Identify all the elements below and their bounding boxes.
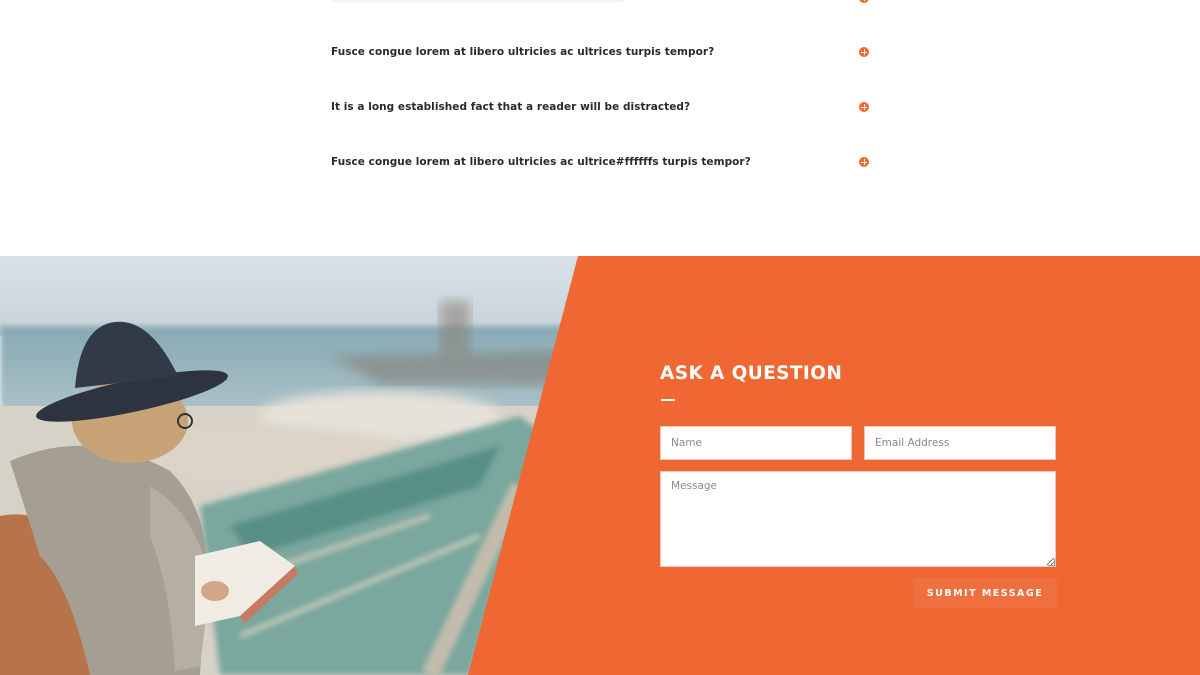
plus-circle-icon[interactable] bbox=[859, 47, 869, 57]
faq-item[interactable]: It is a long established fact that a rea… bbox=[331, 97, 871, 117]
faq-item-partial bbox=[331, 0, 623, 2]
faq-item[interactable]: Fusce congue lorem at libero ultricies a… bbox=[331, 152, 871, 172]
name-field[interactable] bbox=[660, 426, 852, 460]
faq-item[interactable]: Fusce congue lorem at libero ultricies a… bbox=[331, 42, 871, 62]
message-field[interactable] bbox=[660, 471, 1056, 567]
title-underline bbox=[661, 399, 675, 401]
email-field[interactable] bbox=[864, 426, 1056, 460]
faq-question: It is a long established fact that a rea… bbox=[331, 101, 691, 113]
ask-question-form: ASK A QUESTION SUBMIT MESSAGE bbox=[660, 256, 1060, 675]
plus-circle-icon[interactable] bbox=[859, 157, 869, 167]
plus-circle-icon[interactable] bbox=[859, 102, 869, 112]
resize-grip-icon[interactable] bbox=[1048, 559, 1055, 566]
submit-message-button[interactable]: SUBMIT MESSAGE bbox=[913, 578, 1057, 608]
faq-plus-icon-partial[interactable] bbox=[859, 0, 869, 3]
section-title: ASK A QUESTION bbox=[660, 363, 843, 384]
faq-question: Fusce congue lorem at libero ultricies a… bbox=[331, 46, 715, 58]
faq-section: Fusce congue lorem at libero ultricies a… bbox=[0, 0, 1200, 256]
faq-question: Fusce congue lorem at libero ultricies a… bbox=[331, 156, 751, 168]
contact-section: ASK A QUESTION SUBMIT MESSAGE bbox=[0, 256, 1200, 675]
